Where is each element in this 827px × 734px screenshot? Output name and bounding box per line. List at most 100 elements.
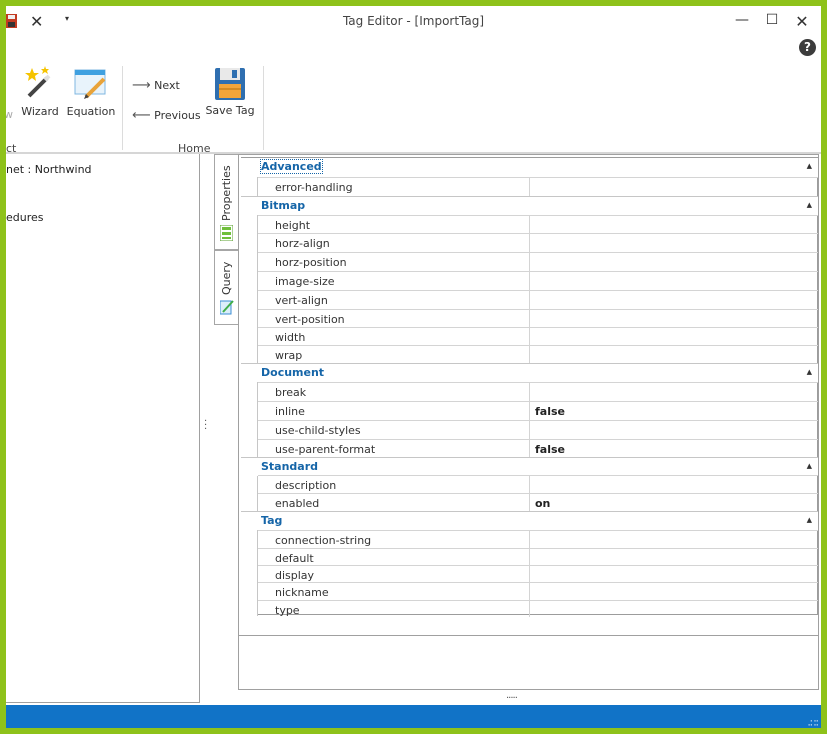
property-name: horz-position [275, 256, 347, 269]
collapse-arrow-icon[interactable]: ▲ [807, 368, 812, 376]
property-row[interactable]: vert-position [258, 309, 818, 329]
property-name: width [275, 331, 306, 344]
property-name: use-child-styles [275, 424, 361, 437]
property-name: horz-align [275, 237, 330, 250]
ribbon: w Wizard Equation ⟶ Next ⟵ Previous Save… [6, 58, 821, 155]
property-name: break [275, 386, 307, 399]
property-row[interactable]: vert-align [258, 290, 818, 310]
collapse-arrow-icon[interactable]: ▲ [807, 162, 812, 170]
maximize-button[interactable]: ☐ [762, 12, 782, 30]
property-row[interactable]: use-parent-format false [258, 439, 818, 459]
column-divider [529, 421, 530, 440]
tab-properties-label: Properties [220, 165, 233, 221]
category-advanced[interactable]: Advanced ▲ [241, 158, 818, 177]
property-value[interactable]: false [535, 443, 565, 456]
property-name: type [275, 604, 300, 617]
category-document-label: Document [261, 366, 325, 379]
property-value[interactable]: false [535, 405, 565, 418]
arrow-right-icon: ⟶ [132, 78, 151, 93]
property-grid: Advanced ▲ error-handling Bitmap ▲ heigh… [241, 157, 818, 617]
ribbon-separator [263, 66, 264, 150]
property-row[interactable]: use-child-styles [258, 420, 818, 440]
column-divider [529, 402, 530, 421]
category-standard[interactable]: Standard ▲ [241, 457, 818, 476]
column-divider [529, 253, 530, 272]
equation-icon [74, 69, 106, 99]
equation-label: Equation [66, 105, 116, 118]
tab-properties[interactable]: Properties [214, 154, 239, 250]
status-bar: ⠠⠤ ⠤⠤ [6, 705, 821, 728]
equation-button[interactable]: Equation [66, 66, 116, 118]
column-divider [529, 291, 530, 310]
category-document[interactable]: Document ▲ [241, 363, 818, 382]
column-divider [529, 234, 530, 253]
property-name: use-parent-format [275, 443, 376, 456]
help-icon[interactable]: ? [799, 39, 816, 56]
property-row[interactable]: wrap [258, 345, 818, 365]
property-name: vert-align [275, 294, 328, 307]
category-tag[interactable]: Tag ▲ [241, 511, 818, 530]
property-row[interactable]: horz-position [258, 252, 818, 272]
close-button[interactable]: ✕ [792, 12, 812, 31]
arrow-left-icon: ⟵ [132, 108, 151, 123]
ribbon-separator [122, 66, 123, 150]
property-name: display [275, 569, 315, 582]
property-row[interactable]: width [258, 327, 818, 347]
property-name: wrap [275, 349, 303, 362]
property-name: error-handling [275, 181, 353, 194]
collapse-arrow-icon[interactable]: ▲ [807, 516, 812, 524]
property-name: vert-position [275, 313, 345, 326]
property-row[interactable]: enabled on [258, 493, 818, 513]
category-bitmap[interactable]: Bitmap ▲ [241, 196, 818, 215]
column-divider [529, 178, 530, 197]
horizontal-splitter-handle[interactable]: ····· [506, 693, 518, 704]
properties-grid-icon [220, 225, 233, 241]
minimize-button[interactable]: — [732, 12, 752, 30]
property-row[interactable]: break [258, 382, 818, 402]
category-advanced-label: Advanced [260, 159, 323, 174]
property-name: image-size [275, 275, 335, 288]
property-grid-container: Advanced ▲ error-handling Bitmap ▲ heigh… [238, 154, 819, 690]
property-row[interactable]: horz-align [258, 233, 818, 253]
property-row[interactable]: image-size [258, 271, 818, 291]
query-edit-icon [220, 300, 234, 315]
tree-item-procedures[interactable]: edures [6, 211, 44, 224]
property-name: description [275, 479, 337, 492]
title-bar: ✕ ▾ Tag Editor - [ImportTag] — ☐ ✕ [6, 6, 821, 36]
wizard-button[interactable]: Wizard [20, 66, 60, 118]
property-name: height [275, 219, 311, 232]
property-row[interactable]: nickname [258, 582, 818, 602]
tab-query[interactable]: Query [214, 250, 239, 325]
next-button[interactable]: ⟶ Next [132, 78, 180, 93]
property-name: connection-string [275, 534, 372, 547]
property-row[interactable]: error-handling [258, 177, 818, 197]
column-divider [529, 272, 530, 291]
category-tag-label: Tag [261, 514, 283, 527]
property-value[interactable]: on [535, 497, 550, 510]
ribbon-partial-button[interactable]: w [6, 108, 13, 121]
property-row[interactable]: connection-string [258, 530, 818, 550]
window-title: Tag Editor - [ImportTag] [342, 14, 485, 28]
previous-button[interactable]: ⟵ Previous [132, 108, 201, 123]
tree-item-connection[interactable]: net : Northwind [6, 163, 92, 176]
collapse-arrow-icon[interactable]: ▲ [807, 462, 812, 470]
property-name: nickname [275, 586, 329, 599]
property-row[interactable]: type [258, 600, 818, 617]
resize-grip-icon[interactable]: ⠠⠤ ⠤⠤ [807, 716, 819, 728]
description-pane-divider [239, 635, 818, 636]
floppy-disk-icon [215, 68, 245, 100]
collapse-arrow-icon[interactable]: ▲ [807, 201, 812, 209]
vertical-splitter-handle[interactable]: · · · [204, 417, 208, 435]
property-row[interactable]: inline false [258, 401, 818, 421]
next-label: Next [154, 79, 180, 92]
grid-indent-strip [241, 158, 258, 616]
save-tag-label: Save Tag [205, 104, 255, 117]
category-standard-label: Standard [261, 460, 319, 473]
query-tree-panel: net : Northwind edures [6, 154, 200, 703]
property-row[interactable]: description [258, 475, 818, 495]
column-divider [529, 383, 530, 402]
property-row[interactable]: height [258, 215, 818, 235]
column-divider [529, 601, 530, 617]
wizard-label: Wizard [21, 105, 59, 118]
save-tag-button[interactable]: Save Tag [204, 68, 256, 117]
